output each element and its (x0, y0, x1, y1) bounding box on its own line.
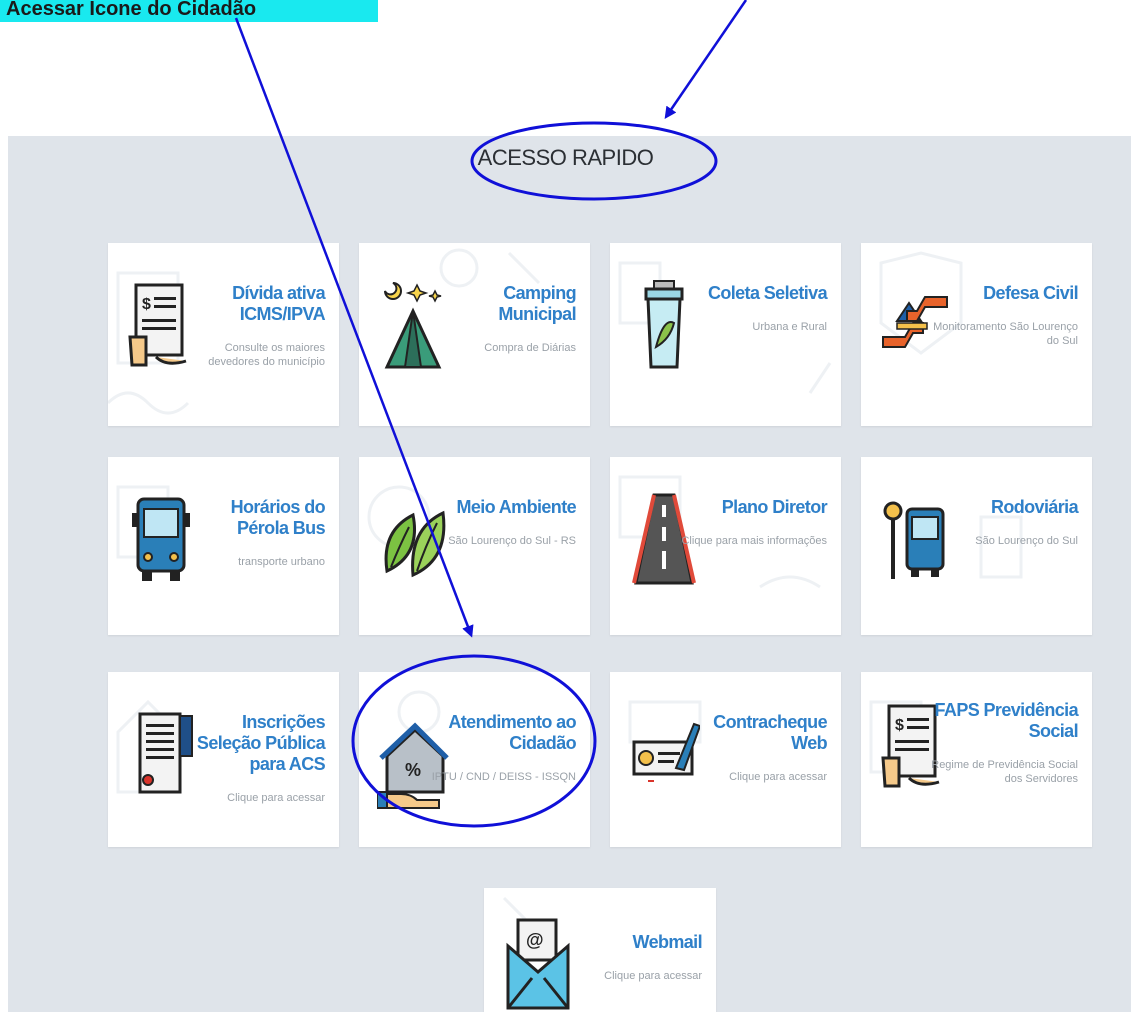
card-inscricoes-acs[interactable]: Inscrições Seleção Pública para ACS Cliqu… (108, 672, 339, 847)
card-divida-ativa[interactable]: $ Dívida ativa ICMS/IPVA Consulte os maio… (108, 243, 339, 426)
card-title: Coleta Seletiva (707, 283, 828, 303)
card-meio-ambiente[interactable]: Meio Ambiente São Lourenço do Sul - RS (359, 457, 590, 635)
card-subtitle: transporte urbano (238, 556, 325, 568)
card-title: Horários do Pérola Bus (230, 497, 326, 538)
annotation-arrow (664, 0, 748, 119)
card-title: FAPS Previdência Social (934, 700, 1079, 741)
card-subtitle: Clique para acessar (729, 771, 827, 783)
svg-text:$: $ (142, 296, 151, 313)
card-contracheque-web[interactable]: Contracheque Web Clique para acessar (610, 672, 841, 847)
card-subtitle: São Lourenço do Sul (975, 535, 1078, 547)
card-webmail[interactable]: @ Webmail Clique para acessar (484, 888, 716, 1012)
card-title: Contracheque Web (713, 712, 827, 753)
card-subtitle: Compra de Diárias (484, 342, 576, 354)
card-subtitle: Urbana e Rural (752, 321, 827, 333)
card-camping-municipal[interactable]: Camping Municipal Compra de Diárias (359, 243, 590, 426)
card-subtitle: Clique para acessar (604, 970, 702, 982)
svg-text:@: @ (526, 930, 544, 950)
card-subtitle: Clique para acessar (227, 792, 325, 804)
card-title: Atendimento ao Cidadão (448, 712, 576, 753)
card-title: Inscrições Seleção Pública para ACS (196, 712, 326, 774)
card-title: Plano Diretor (721, 497, 828, 517)
svg-text:%: % (405, 760, 421, 780)
section-title: ACESSO RAPIDO (477, 145, 654, 170)
card-title: Webmail (632, 932, 703, 952)
card-rodoviaria[interactable]: Rodoviária São Lourenço do Sul (861, 457, 1092, 635)
card-subtitle: IPTU / CND / DEISS - ISSQN (431, 771, 576, 783)
card-faps-previdencia[interactable]: $ FAPS Previdência Social Regime de Previ… (861, 672, 1092, 847)
card-title: Defesa Civil (983, 283, 1078, 303)
card-subtitle: Monitoramento São Lourenço do Sul (933, 321, 1078, 347)
card-plano-diretor[interactable]: Plano Diretor Clique para mais informaçõe… (610, 457, 841, 635)
card-subtitle: Consulte os maiores devedores do municíp… (208, 342, 325, 368)
card-title: Camping Municipal (498, 283, 576, 324)
card-subtitle: São Lourenço do Sul - RS (448, 535, 576, 547)
card-title: Meio Ambiente (456, 497, 576, 517)
svg-text:$: $ (895, 717, 904, 734)
annotation-label: Acessar Ícone do Cidadão (0, 0, 378, 22)
card-title: Dívida ativa ICMS/IPVA (232, 283, 325, 324)
card-coleta-seletiva[interactable]: Coleta Seletiva Urbana e Rural (610, 243, 841, 426)
card-subtitle: Regime de Previdência Social dos Servido… (931, 759, 1078, 785)
card-atendimento-cidadao[interactable]: % Atendimento ao Cidadão IPTU / CND / DEI… (359, 672, 590, 847)
card-perola-bus[interactable]: Horários do Pérola Bus transporte urbano (108, 457, 339, 635)
card-subtitle: Clique para mais informações (681, 535, 827, 547)
card-title: Rodoviária (990, 497, 1079, 517)
card-defesa-civil[interactable]: Defesa Civil Monitoramento São Lourenço d… (861, 243, 1092, 426)
